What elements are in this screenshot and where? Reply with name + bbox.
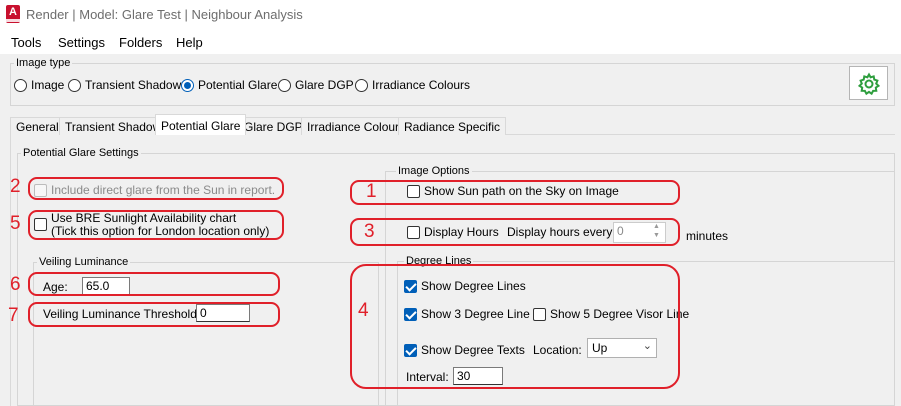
tab-potential-glare[interactable]: Potential Glare	[155, 114, 247, 136]
annotation-box-4	[350, 264, 680, 389]
minutes-label: minutes	[686, 229, 729, 243]
radio-image-label[interactable]: Image	[31, 78, 64, 92]
annotation-box-6	[28, 272, 280, 296]
menu-help[interactable]: Help	[176, 35, 203, 50]
annotation-box-5	[28, 210, 284, 240]
menu-tools[interactable]: Tools	[11, 35, 41, 50]
radio-glare-dgp[interactable]	[278, 79, 291, 92]
annotation-number-6: 6	[10, 274, 21, 295]
annotation-number-1: 1	[366, 181, 377, 202]
menu-bar: Tools Settings Folders Help	[0, 30, 901, 54]
tab-glare-dgp[interactable]: Glare DGP	[238, 117, 309, 135]
tab-irradiance-colours[interactable]: Irradiance Colours	[301, 117, 412, 135]
annotation-number-7: 7	[8, 305, 19, 326]
potential-glare-settings-label: Potential Glare Settings	[21, 147, 141, 159]
app-logo-icon: A	[6, 5, 20, 23]
radio-irradiance-colours[interactable]	[355, 79, 368, 92]
radio-potential-glare[interactable]	[181, 79, 194, 92]
annotation-box-3	[350, 218, 680, 246]
title-bar: A Render | Model: Glare Test | Neighbour…	[0, 0, 901, 30]
annotation-number-5: 5	[10, 213, 21, 234]
menu-settings[interactable]: Settings	[58, 35, 105, 50]
image-type-label: Image type	[14, 57, 73, 69]
gear-icon	[857, 72, 881, 96]
annotation-box-1	[350, 180, 680, 205]
radio-irradiance-colours-label[interactable]: Irradiance Colours	[372, 78, 470, 92]
radio-glare-dgp-label[interactable]: Glare DGP	[295, 78, 354, 92]
annotation-number-3: 3	[364, 221, 375, 242]
menu-folders[interactable]: Folders	[119, 35, 162, 50]
radio-image[interactable]	[14, 79, 27, 92]
annotation-box-2	[28, 177, 284, 200]
annotation-number-2: 2	[10, 176, 21, 197]
tab-general[interactable]: General	[10, 117, 65, 135]
radio-transient-shadow-label[interactable]: Transient Shadow	[85, 78, 181, 92]
settings-button[interactable]	[849, 66, 888, 100]
veiling-luminance-label: Veiling Luminance	[37, 256, 131, 268]
image-options-label: Image Options	[396, 165, 472, 177]
window-title: Render | Model: Glare Test | Neighbour A…	[26, 7, 303, 22]
annotation-number-4: 4	[358, 300, 369, 321]
radio-potential-glare-label[interactable]: Potential Glare	[198, 78, 277, 92]
annotation-box-7	[28, 302, 280, 327]
tab-transient-shadow[interactable]: Transient Shadow	[59, 117, 168, 135]
tab-radiance-specific[interactable]: Radiance Specific	[398, 117, 507, 135]
radio-transient-shadow[interactable]	[68, 79, 81, 92]
